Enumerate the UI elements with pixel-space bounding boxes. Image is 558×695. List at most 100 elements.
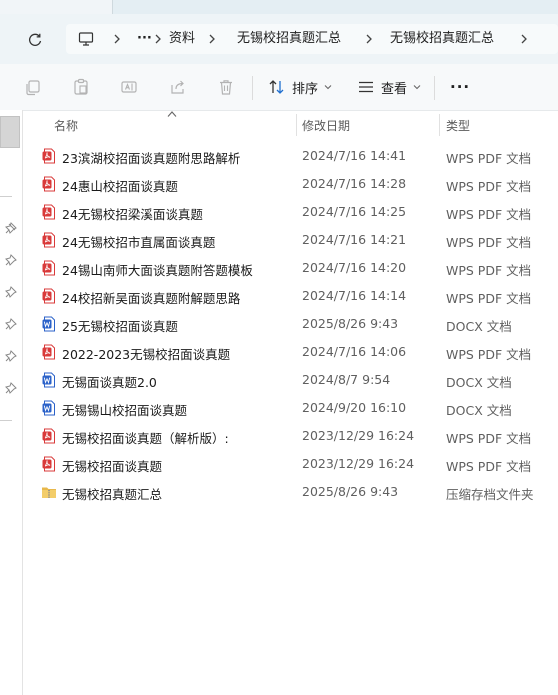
navigation-pane[interactable] (0, 110, 23, 695)
docx-file-icon (42, 372, 55, 388)
file-modified-date: 2024/7/16 14:28 (302, 176, 407, 191)
zip-folder-icon (42, 487, 56, 498)
file-row[interactable]: 无锡校招面谈真题（解析版）: 2023/12/29 16:24 WPS PDF 文档 (22, 422, 558, 450)
file-modified-date: 2025/8/26 9:43 (302, 484, 399, 499)
file-type: WPS PDF 文档 (446, 151, 532, 166)
file-name: 23滨湖校招面谈真题附思路解析 (62, 151, 241, 166)
pdf-file-icon (42, 148, 55, 164)
file-modified-date: 2024/7/16 14:25 (302, 204, 407, 219)
file-modified-date: 2024/8/7 9:54 (302, 372, 391, 387)
sort-icon (269, 80, 284, 94)
file-modified-date: 2024/7/16 14:06 (302, 344, 407, 359)
file-modified-date: 2024/7/16 14:21 (302, 232, 407, 247)
file-row[interactable]: 无锡锡山校招面谈真题 2024/9/20 16:10 DOCX 文档 (22, 394, 558, 422)
chevron-right-icon[interactable] (519, 33, 529, 45)
chevron-right-icon (114, 34, 120, 44)
pin-icon (5, 222, 17, 234)
pin-icon (5, 350, 17, 362)
pin-icon (5, 382, 17, 394)
nav-divider (0, 196, 12, 197)
pin-icon (5, 286, 17, 298)
pdf-file-icon (42, 204, 55, 220)
file-type: WPS PDF 文档 (446, 459, 532, 474)
share-icon[interactable] (169, 78, 187, 96)
breadcrumb-item-parent-folder[interactable]: 无锡校招真题汇总 (237, 24, 341, 54)
file-row[interactable]: 24无锡校招梁溪面谈真题 2024/7/16 14:25 WPS PDF 文档 (22, 198, 558, 226)
file-type: WPS PDF 文档 (446, 291, 532, 306)
breadcrumb-item-current-folder[interactable]: 无锡校招真题汇总 (390, 24, 494, 54)
breadcrumb[interactable]: ··· 资料 无锡校招真题汇总 无锡校招真题汇总 (66, 24, 558, 54)
nav-divider (0, 420, 12, 421)
column-separator[interactable] (439, 114, 440, 136)
column-header-type[interactable]: 类型 (446, 117, 470, 134)
chevron-right-icon (209, 34, 215, 44)
file-type: 压缩存档文件夹 (446, 487, 534, 502)
file-name: 无锡面谈真题2.0 (62, 375, 157, 390)
file-modified-date: 2023/12/29 16:24 (302, 428, 415, 443)
more-options-button[interactable]: ··· (450, 75, 470, 99)
file-type: WPS PDF 文档 (446, 179, 532, 194)
copy-icon[interactable] (24, 78, 42, 96)
delete-icon[interactable] (217, 78, 235, 96)
sort-button[interactable]: 排序 (268, 75, 333, 99)
breadcrumb-more-button[interactable]: ··· (137, 24, 152, 54)
paste-icon[interactable] (72, 78, 90, 96)
chevron-down-icon (413, 85, 421, 90)
pdf-file-icon (42, 232, 55, 248)
file-modified-date: 2023/12/29 16:24 (302, 456, 415, 471)
file-type: DOCX 文档 (446, 319, 512, 334)
chevron-right-icon (155, 34, 161, 44)
file-row[interactable]: 24无锡校招市直属面谈真题 2024/7/16 14:21 WPS PDF 文档 (22, 226, 558, 254)
pdf-file-icon (42, 428, 55, 444)
column-header-modified[interactable]: 修改日期 (302, 117, 350, 134)
docx-file-icon (42, 316, 55, 332)
docx-file-icon (42, 400, 55, 416)
file-row[interactable]: 无锡校招面谈真题 2023/12/29 16:24 WPS PDF 文档 (22, 450, 558, 478)
file-row[interactable]: 24惠山校招面谈真题 2024/7/16 14:28 WPS PDF 文档 (22, 170, 558, 198)
file-row[interactable]: 无锡面谈真题2.0 2024/8/7 9:54 DOCX 文档 (22, 366, 558, 394)
file-row[interactable]: 无锡校招真题汇总 2025/8/26 9:43 压缩存档文件夹 (22, 478, 558, 506)
pin-icon (5, 318, 17, 330)
file-name: 2022-2023无锡校招面谈真题 (62, 347, 231, 362)
nav-selected-item[interactable] (0, 116, 20, 148)
file-name: 无锡校招面谈真题（解析版）: (62, 431, 229, 446)
tab-strip (0, 0, 558, 14)
view-button[interactable]: 查看 (357, 75, 422, 99)
file-name: 24无锡校招市直属面谈真题 (62, 235, 216, 250)
pdf-file-icon (42, 344, 55, 360)
file-type: WPS PDF 文档 (446, 235, 532, 250)
file-name: 24校招新吴面谈真题附解题思路 (62, 291, 241, 306)
file-row[interactable]: 24锡山南师大面谈真题附答题模板 2024/7/16 14:20 WPS PDF 文… (22, 254, 558, 282)
file-modified-date: 2024/7/16 14:41 (302, 148, 407, 163)
file-modified-date: 2024/7/16 14:14 (302, 288, 407, 303)
file-type: DOCX 文档 (446, 403, 512, 418)
refresh-button[interactable] (24, 29, 46, 51)
more-options-label: ··· (450, 78, 471, 96)
view-list-icon (359, 81, 373, 93)
toolbar-separator (434, 76, 435, 100)
file-row[interactable]: 23滨湖校招面谈真题附思路解析 2024/7/16 14:41 WPS PDF 文档 (22, 142, 558, 170)
chevron-right-icon (366, 34, 372, 44)
column-separator[interactable] (296, 114, 297, 136)
rename-icon[interactable] (120, 78, 138, 96)
window-tab[interactable] (0, 0, 113, 14)
file-modified-date: 2025/8/26 9:43 (302, 316, 399, 331)
file-name: 25无锡校招面谈真题 (62, 319, 178, 334)
file-row[interactable]: 24校招新吴面谈真题附解题思路 2024/7/16 14:14 WPS PDF 文档 (22, 282, 558, 310)
file-row[interactable]: 2022-2023无锡校招面谈真题 2024/7/16 14:06 WPS PDF … (22, 338, 558, 366)
this-pc-icon[interactable] (78, 31, 94, 47)
column-header-name[interactable]: 名称 (54, 117, 78, 134)
file-row[interactable]: 25无锡校招面谈真题 2025/8/26 9:43 DOCX 文档 (22, 310, 558, 338)
file-name: 无锡锡山校招面谈真题 (62, 403, 188, 418)
file-name: 24无锡校招梁溪面谈真题 (62, 207, 203, 222)
file-type: WPS PDF 文档 (446, 431, 532, 446)
pdf-file-icon (42, 176, 55, 192)
sort-label: 排序 (292, 81, 319, 97)
breadcrumb-item-ziliao[interactable]: 资料 (169, 24, 195, 54)
command-toolbar: 排序 查看 ··· (0, 64, 558, 111)
toolbar-separator (252, 76, 253, 100)
pin-icon (5, 254, 17, 266)
file-name: 24惠山校招面谈真题 (62, 179, 178, 194)
file-name: 无锡校招真题汇总 (62, 487, 163, 502)
file-modified-date: 2024/9/20 16:10 (302, 400, 407, 415)
